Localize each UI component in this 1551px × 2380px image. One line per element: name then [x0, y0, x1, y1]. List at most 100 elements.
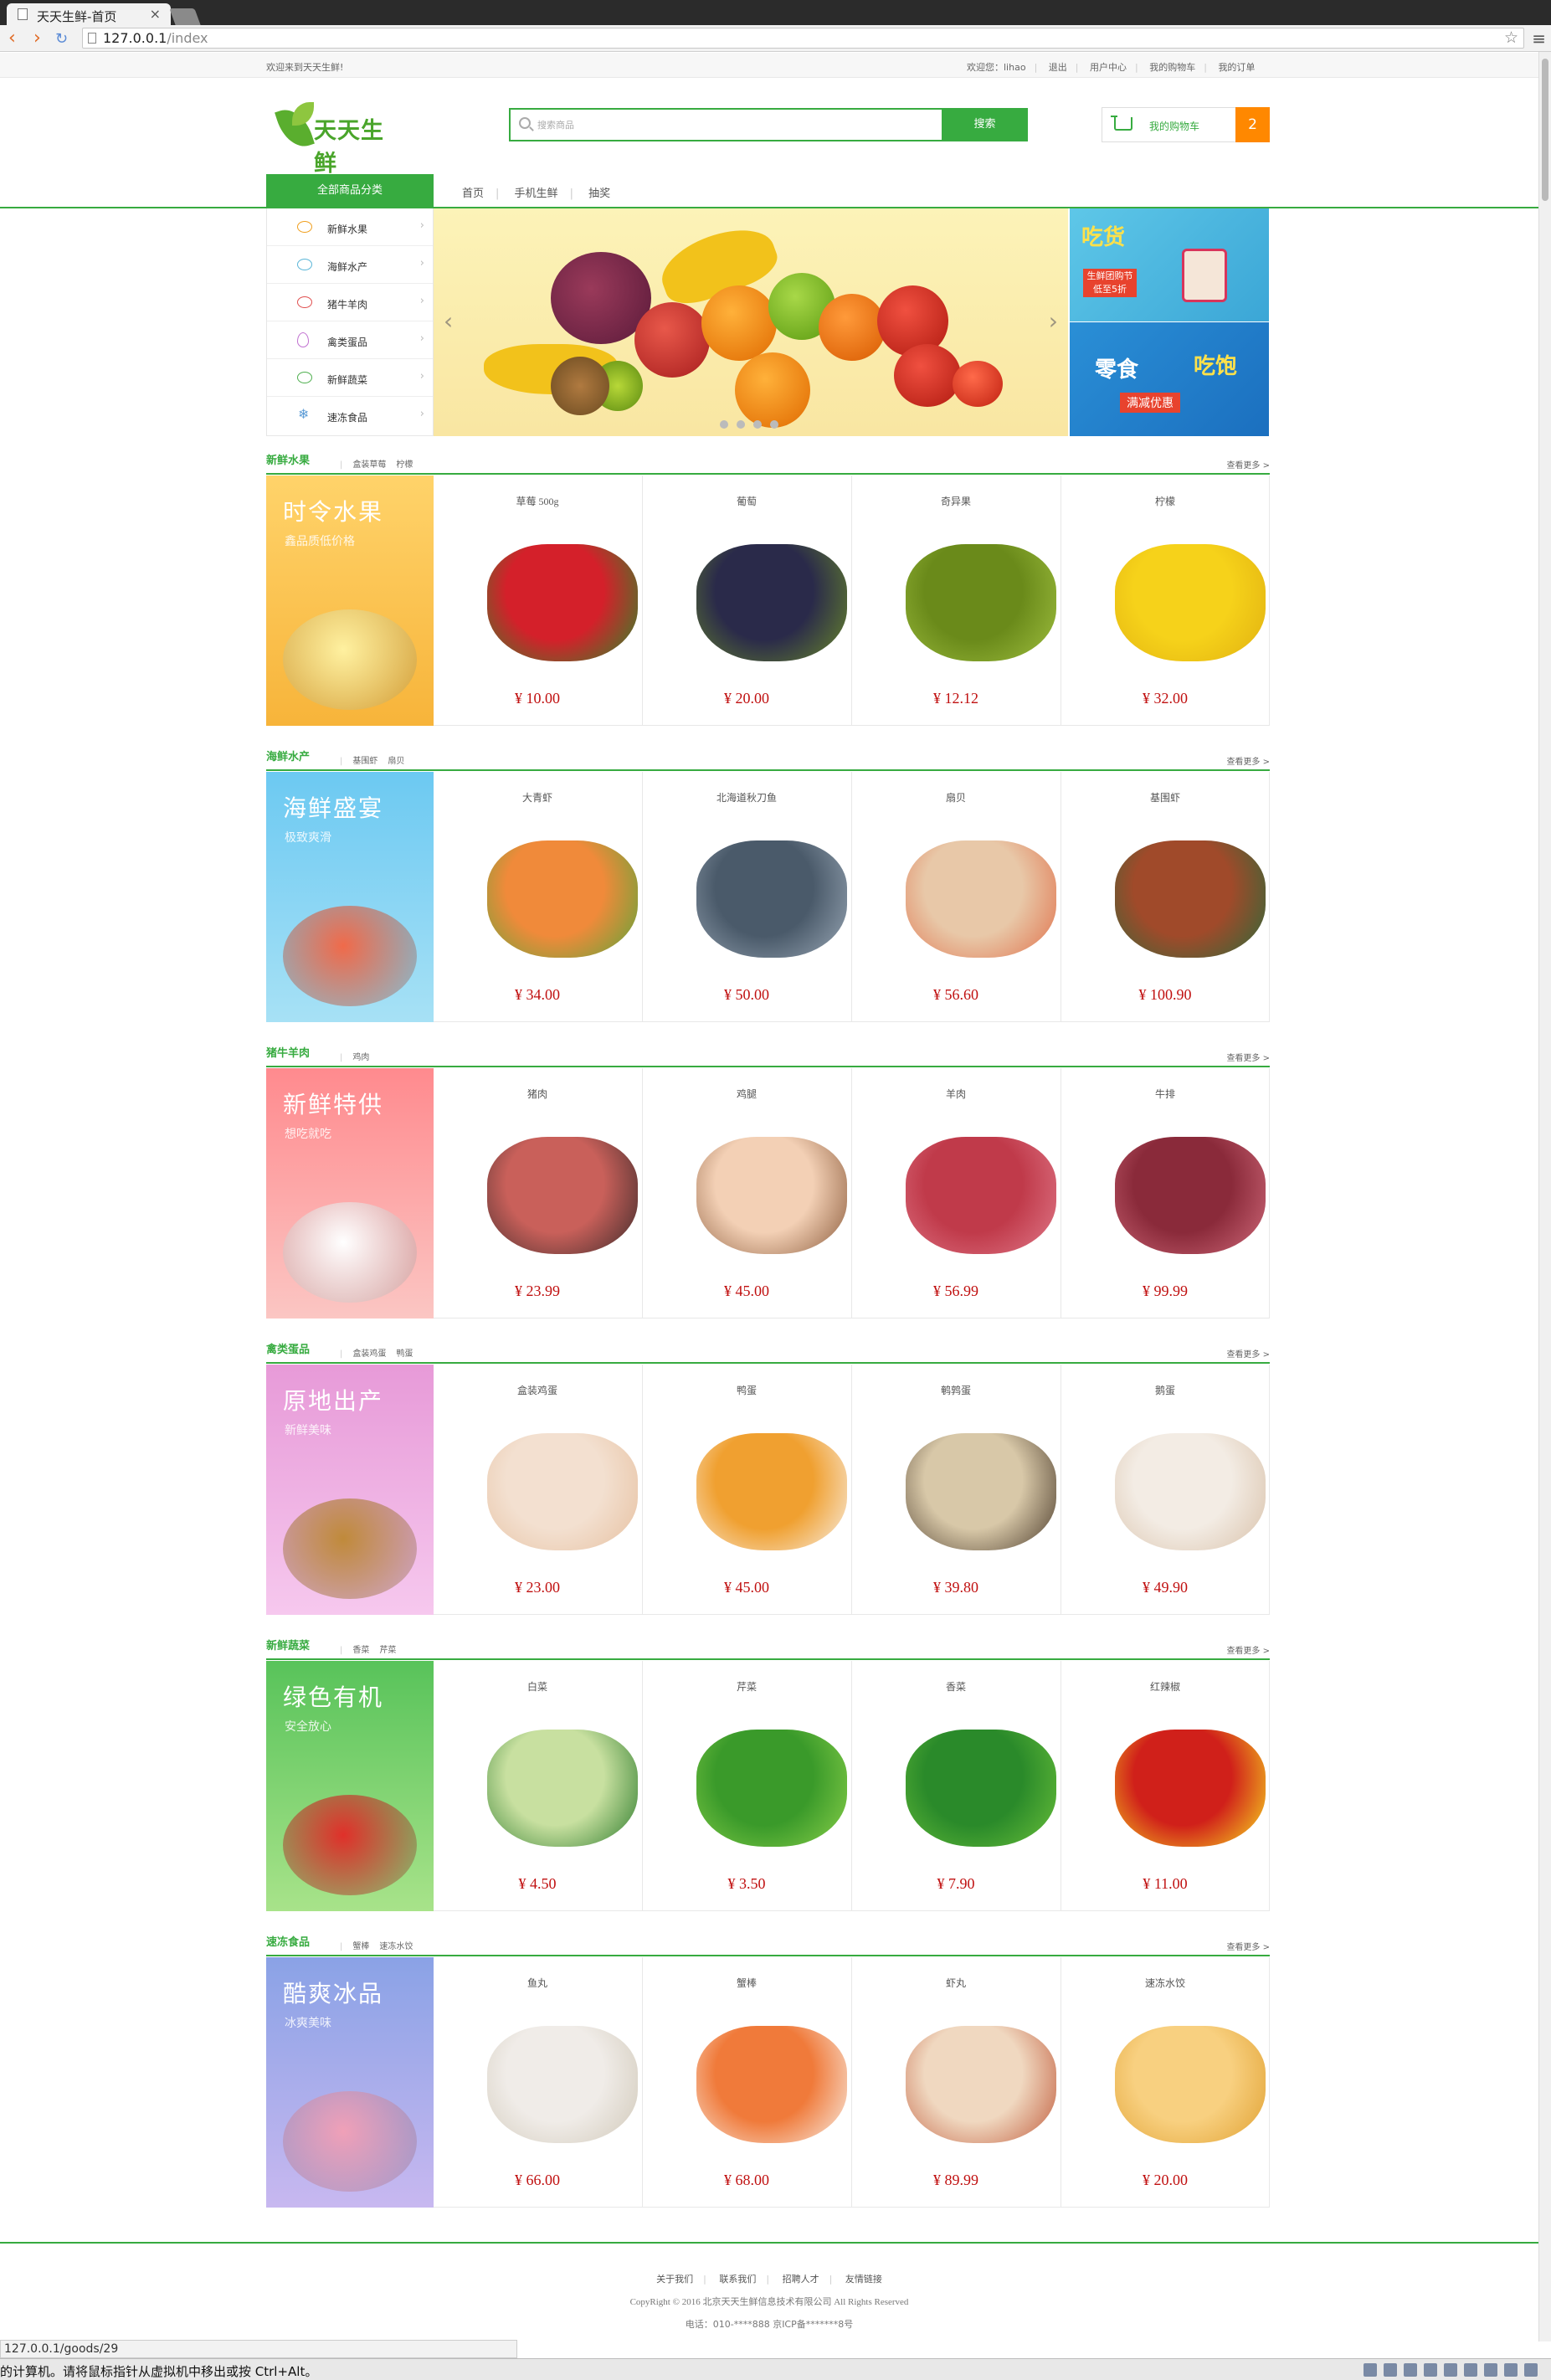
mouse-icon[interactable] [1504, 2363, 1518, 2377]
floor-sub-link[interactable]: 蟹棒 [352, 1942, 369, 1951]
view-more-link[interactable]: 查看更多 > [1226, 1347, 1270, 1360]
folder-icon[interactable] [1444, 2363, 1457, 2377]
sidebar-item-seafood[interactable]: 海鲜水产 › [267, 246, 433, 284]
product-name[interactable]: 香菜 [852, 1679, 1060, 1694]
product-image[interactable] [696, 824, 847, 974]
floor-sub-link[interactable]: 香菜 [352, 1646, 369, 1655]
product-name[interactable]: 牛排 [1061, 1087, 1269, 1101]
nav-mobile[interactable]: 手机生鲜 [515, 188, 558, 200]
my-orders-link[interactable]: 我的订单 [1218, 62, 1255, 73]
product-name[interactable]: 大青虾 [434, 790, 641, 804]
floor-sub-link[interactable]: 鸡肉 [352, 1053, 369, 1062]
product-image[interactable] [1115, 1416, 1266, 1567]
search-input[interactable] [536, 110, 896, 140]
floor-title[interactable]: 新鲜蔬菜 [266, 1637, 310, 1653]
product-image[interactable] [487, 1120, 638, 1271]
page-scrollbar[interactable] [1538, 52, 1551, 2341]
floor-sub-link[interactable]: 芹菜 [379, 1646, 396, 1655]
product-card[interactable]: 葡萄 ¥ 20.00 [643, 475, 852, 726]
floor-banner[interactable]: 新鲜特供 想吃就吃 [266, 1068, 434, 1319]
back-icon[interactable]: ‹ [8, 29, 16, 48]
product-image[interactable] [696, 1713, 847, 1863]
address-bar[interactable]: 127.0.0.1/index ☆ [82, 28, 1524, 49]
sidebar-item-eggs[interactable]: 禽类蛋品 › [267, 321, 433, 359]
product-image[interactable] [696, 2009, 847, 2160]
product-card[interactable]: 盒装鸡蛋 ¥ 23.00 [434, 1365, 643, 1615]
new-tab-button[interactable] [169, 8, 201, 25]
sidebar-item-vegetables[interactable]: 新鲜蔬菜 › [267, 359, 433, 397]
product-card[interactable]: 牛排 ¥ 99.99 [1061, 1068, 1270, 1319]
product-image[interactable] [487, 1713, 638, 1863]
product-card[interactable]: 鸭蛋 ¥ 45.00 [643, 1365, 852, 1615]
product-card[interactable]: 奇异果 ¥ 12.12 [852, 475, 1061, 726]
slider-dot[interactable] [737, 420, 745, 429]
floor-banner[interactable]: 绿色有机 安全放心 [266, 1661, 434, 1911]
cart-button[interactable]: 我的购物车 2 [1102, 107, 1270, 142]
product-image[interactable] [1115, 824, 1266, 974]
logout-link[interactable]: 退出 [1049, 62, 1067, 73]
floor-sub-link[interactable]: 鸭蛋 [396, 1349, 413, 1359]
product-card[interactable]: 扇贝 ¥ 56.60 [852, 772, 1061, 1022]
nav-home[interactable]: 首页 [462, 188, 484, 200]
view-more-link[interactable]: 查看更多 > [1226, 1940, 1270, 1952]
product-image[interactable] [906, 1120, 1056, 1271]
nav-lottery[interactable]: 抽奖 [588, 188, 610, 200]
product-card[interactable]: 虾丸 ¥ 89.99 [852, 1957, 1061, 2208]
scrollbar-thumb[interactable] [1542, 59, 1548, 201]
reload-icon[interactable]: ↻ [55, 30, 68, 49]
floor-banner[interactable]: 海鲜盛宴 极致爽滑 [266, 772, 434, 1022]
network-icon[interactable] [1424, 2363, 1437, 2377]
view-more-link[interactable]: 查看更多 > [1226, 458, 1270, 470]
product-card[interactable]: 鹌鹑蛋 ¥ 39.80 [852, 1365, 1061, 1615]
slider-next-icon[interactable]: › [1049, 307, 1058, 335]
product-image[interactable] [906, 2009, 1056, 2160]
floor-title[interactable]: 新鲜水果 [266, 451, 310, 467]
hero-slider[interactable]: ‹ › [434, 208, 1068, 436]
product-image[interactable] [1115, 1120, 1266, 1271]
product-name[interactable]: 草莓 500g [434, 494, 641, 508]
floor-sub-link[interactable]: 盒装草莓 [352, 460, 386, 470]
menu-icon[interactable]: ≡ [1532, 28, 1546, 49]
promo-banner-snacks[interactable]: 吃货 生鲜团购节 低至5折 [1070, 208, 1269, 321]
search-button[interactable]: 搜索 [942, 108, 1028, 141]
slider-prev-icon[interactable]: ‹ [444, 307, 453, 335]
slider-dot[interactable] [720, 420, 728, 429]
product-name[interactable]: 扇贝 [852, 790, 1060, 804]
product-name[interactable]: 红辣椒 [1061, 1679, 1269, 1694]
floor-sub-link[interactable]: 扇贝 [388, 757, 404, 766]
product-image[interactable] [906, 824, 1056, 974]
floor-title[interactable]: 速冻食品 [266, 1933, 310, 1949]
display-icon[interactable] [1464, 2363, 1477, 2377]
product-card[interactable]: 红辣椒 ¥ 11.00 [1061, 1661, 1270, 1911]
keyboard-icon[interactable] [1524, 2363, 1538, 2377]
friend-links-link[interactable]: 友情链接 [845, 2274, 882, 2285]
product-card[interactable]: 柠檬 ¥ 32.00 [1061, 475, 1270, 726]
product-name[interactable]: 速冻水饺 [1061, 1976, 1269, 1990]
user-center-link[interactable]: 用户中心 [1090, 62, 1127, 73]
product-name[interactable]: 葡萄 [643, 494, 850, 508]
view-more-link[interactable]: 查看更多 > [1226, 1643, 1270, 1656]
product-image[interactable] [487, 2009, 638, 2160]
about-link[interactable]: 关于我们 [656, 2274, 693, 2285]
floor-banner[interactable]: 时令水果 鑫品质低价格 [266, 475, 434, 726]
product-card[interactable]: 香菜 ¥ 7.90 [852, 1661, 1061, 1911]
product-name[interactable]: 虾丸 [852, 1976, 1060, 1990]
product-name[interactable]: 羊肉 [852, 1087, 1060, 1101]
product-card[interactable]: 鱼丸 ¥ 66.00 [434, 1957, 643, 2208]
contact-link[interactable]: 联系我们 [719, 2274, 756, 2285]
product-image[interactable] [1115, 1713, 1266, 1863]
hdd-icon[interactable] [1364, 2363, 1377, 2377]
sidebar-item-frozen[interactable]: ❄ 速冻食品 › [267, 397, 433, 434]
product-name[interactable]: 奇异果 [852, 494, 1060, 508]
product-name[interactable]: 鱼丸 [434, 1976, 641, 1990]
product-name[interactable]: 蟹棒 [643, 1976, 850, 1990]
product-card[interactable]: 猪肉 ¥ 23.99 [434, 1068, 643, 1319]
product-card[interactable]: 鸡腿 ¥ 45.00 [643, 1068, 852, 1319]
slider-dot[interactable] [770, 420, 778, 429]
usb-icon[interactable] [1404, 2363, 1417, 2377]
product-name[interactable]: 白菜 [434, 1679, 641, 1694]
record-icon[interactable] [1484, 2363, 1497, 2377]
product-image[interactable] [906, 1713, 1056, 1863]
product-card[interactable]: 基围虾 ¥ 100.90 [1061, 772, 1270, 1022]
view-more-link[interactable]: 查看更多 > [1226, 754, 1270, 767]
